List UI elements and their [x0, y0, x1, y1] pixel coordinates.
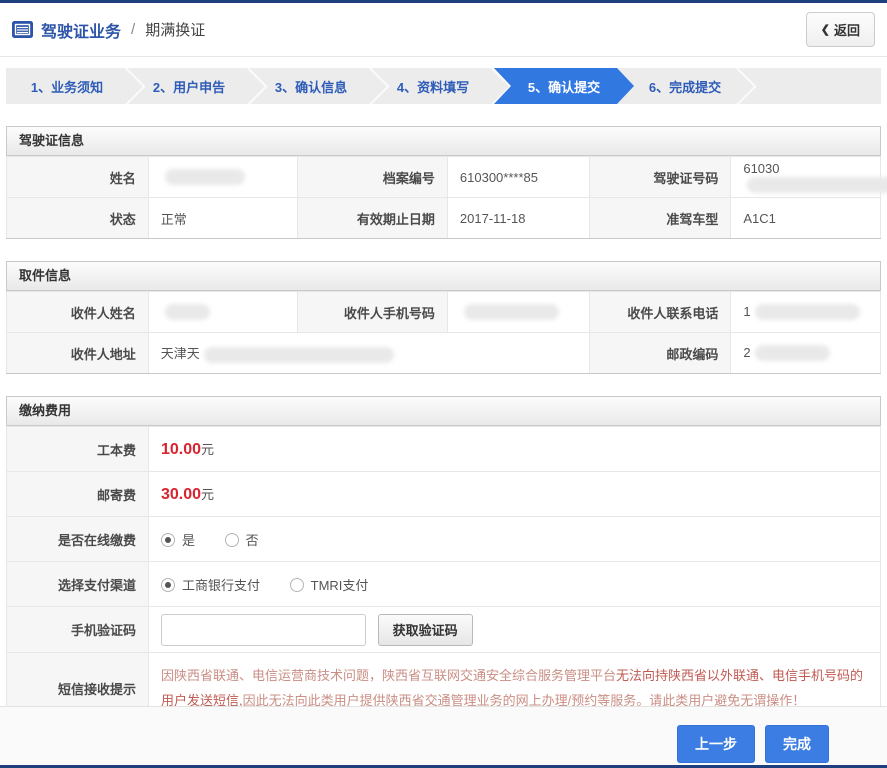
step-5-confirm-submit[interactable]: 5、确认提交: [494, 68, 634, 104]
table-row: 收件人姓名 收件人手机号码 收件人联系电话 1: [6, 291, 881, 333]
radio-online-yes[interactable]: [161, 532, 175, 547]
license-no-value: 61030: [730, 156, 887, 198]
payment-section: 缴纳费用 工本费 10.00元 邮寄费 30.00元 是否在线缴费 是 否 选择…: [6, 396, 881, 725]
vehicle-class-label: 准驾车型: [588, 197, 732, 239]
postcode-label: 邮政编码: [588, 332, 732, 374]
fee1-value: 10.00元: [148, 426, 881, 472]
page-subtitle: 期满换证: [145, 22, 206, 39]
table-row: 收件人地址 天津天 邮政编码 2: [6, 332, 881, 374]
vehicle-class-value: A1C1: [730, 197, 881, 239]
recipient-name-label: 收件人姓名: [6, 291, 149, 333]
page-title: 驾驶证业务: [41, 23, 122, 41]
license-info-section: 驾驶证信息 姓名 档案编号 610300****85 驾驶证号码 61030 状…: [6, 126, 887, 239]
address-label: 收件人地址: [6, 332, 149, 374]
file-no-value: 610300****85: [446, 156, 590, 198]
online-pay-options: 是 否: [148, 516, 881, 562]
redacted-address: [203, 346, 394, 363]
fee1-label: 工本费: [6, 426, 149, 472]
radio-online-no-label[interactable]: 否: [246, 533, 259, 548]
fee1-amount: 10.00: [161, 441, 202, 458]
sms-code-input[interactable]: [161, 613, 366, 646]
radio-channel-icbc-label[interactable]: 工商银行支付: [182, 578, 260, 593]
pickup-info-section: 取件信息 收件人姓名 收件人手机号码 收件人联系电话 1 收件人地址 天津天 邮…: [6, 261, 881, 374]
steps-filler: [739, 68, 881, 104]
fee1-unit: 元: [201, 442, 215, 457]
table-row: 手机验证码 获取验证码: [6, 606, 881, 653]
sms-tip-part1: 因陕西省联通、电信运营商技术问题，陕西省互联网交通安全综合服务管理平台: [161, 668, 617, 683]
radio-channel-tmri-label[interactable]: TMRI支付: [311, 578, 369, 593]
table-row: 姓名 档案编号 610300****85 驾驶证号码 61030: [6, 156, 887, 198]
status-label: 状态: [6, 197, 149, 239]
table-row: 工本费 10.00元: [6, 426, 881, 472]
step-6-complete-submit[interactable]: 6、完成提交: [617, 68, 739, 104]
get-sms-code-button[interactable]: 获取验证码: [377, 613, 473, 646]
license-info-table: 姓名 档案编号 610300****85 驾驶证号码 61030 状态 正常 有…: [6, 156, 887, 239]
table-row: 是否在线缴费 是 否: [6, 516, 881, 562]
recipient-phone-label: 收件人联系电话: [588, 291, 732, 333]
redacted-postcode: [754, 345, 830, 362]
name-value: [147, 156, 299, 198]
payment-title: 缴纳费用: [6, 396, 881, 426]
online-pay-label: 是否在线缴费: [6, 516, 149, 562]
expiry-label: 有效期止日期: [297, 197, 448, 239]
recipient-phone-value: 1: [730, 291, 881, 333]
recipient-mobile-label: 收件人手机号码: [297, 291, 448, 333]
fee2-amount: 30.00: [161, 486, 202, 503]
step-2-user-declaration[interactable]: 2、用户申告: [128, 68, 250, 104]
step-3-confirm-info[interactable]: 3、确认信息: [250, 68, 372, 104]
pay-channel-options: 工商银行支付 TMRI支付: [148, 561, 881, 607]
pickup-info-title: 取件信息: [6, 261, 881, 291]
sms-code-label: 手机验证码: [6, 606, 149, 653]
step-1-business-notice[interactable]: 1、业务须知: [6, 68, 128, 104]
table-row: 选择支付渠道 工商银行支付 TMRI支付: [6, 561, 881, 607]
address-value: 天津天: [147, 332, 590, 374]
fee2-unit: 元: [201, 487, 215, 502]
name-label: 姓名: [6, 156, 149, 198]
finish-button[interactable]: 完成: [765, 725, 829, 763]
redacted-recipient-mobile: [463, 304, 559, 321]
breadcrumb: 驾驶证业务 / 期满换证: [12, 18, 806, 42]
previous-step-button[interactable]: 上一步: [677, 725, 755, 763]
redacted-license-no: [747, 176, 887, 193]
license-info-title: 驾驶证信息: [6, 126, 881, 156]
redacted-recipient-name: [164, 304, 210, 321]
status-value: 正常: [147, 197, 299, 239]
pay-channel-label: 选择支付渠道: [6, 561, 149, 607]
redacted-recipient-phone: [754, 304, 860, 321]
page-header: 驾驶证业务 / 期满换证 ❮ 返回: [0, 3, 887, 57]
radio-online-no[interactable]: [224, 532, 239, 547]
breadcrumb-divider: /: [131, 21, 136, 38]
wizard-steps: 1、业务须知 2、用户申告 3、确认信息 4、资料填写 5、确认提交 6、完成提…: [6, 68, 881, 104]
license-no-label: 驾驶证号码: [588, 156, 732, 198]
file-no-label: 档案编号: [297, 156, 448, 198]
step-4-fill-data[interactable]: 4、资料填写: [372, 68, 494, 104]
fee2-label: 邮寄费: [6, 471, 149, 517]
back-button-label: 返回: [833, 23, 860, 38]
table-row: 状态 正常 有效期止日期 2017-11-18 准驾车型 A1C1: [6, 197, 881, 239]
fee2-value: 30.00元: [148, 471, 881, 517]
radio-online-yes-label[interactable]: 是: [182, 533, 195, 548]
footer-action-bar: 上一步 完成: [0, 706, 887, 765]
back-chevron-icon: ❮: [820, 24, 830, 36]
redacted-name: [164, 169, 245, 186]
recipient-name-value: [147, 291, 299, 333]
expiry-value: 2017-11-18: [446, 197, 590, 239]
pickup-info-table: 收件人姓名 收件人手机号码 收件人联系电话 1 收件人地址 天津天 邮政编码 2: [6, 291, 881, 374]
recipient-mobile-value: [446, 291, 590, 333]
table-row: 邮寄费 30.00元: [6, 471, 881, 517]
radio-channel-tmri[interactable]: [289, 577, 304, 592]
business-list-icon: [12, 21, 33, 38]
payment-table: 工本费 10.00元 邮寄费 30.00元 是否在线缴费 是 否 选择支付渠道 …: [6, 426, 881, 725]
postcode-value: 2: [730, 332, 881, 374]
radio-channel-icbc[interactable]: [161, 577, 175, 592]
sms-code-field: 获取验证码: [148, 606, 881, 653]
back-button[interactable]: ❮ 返回: [805, 12, 875, 47]
